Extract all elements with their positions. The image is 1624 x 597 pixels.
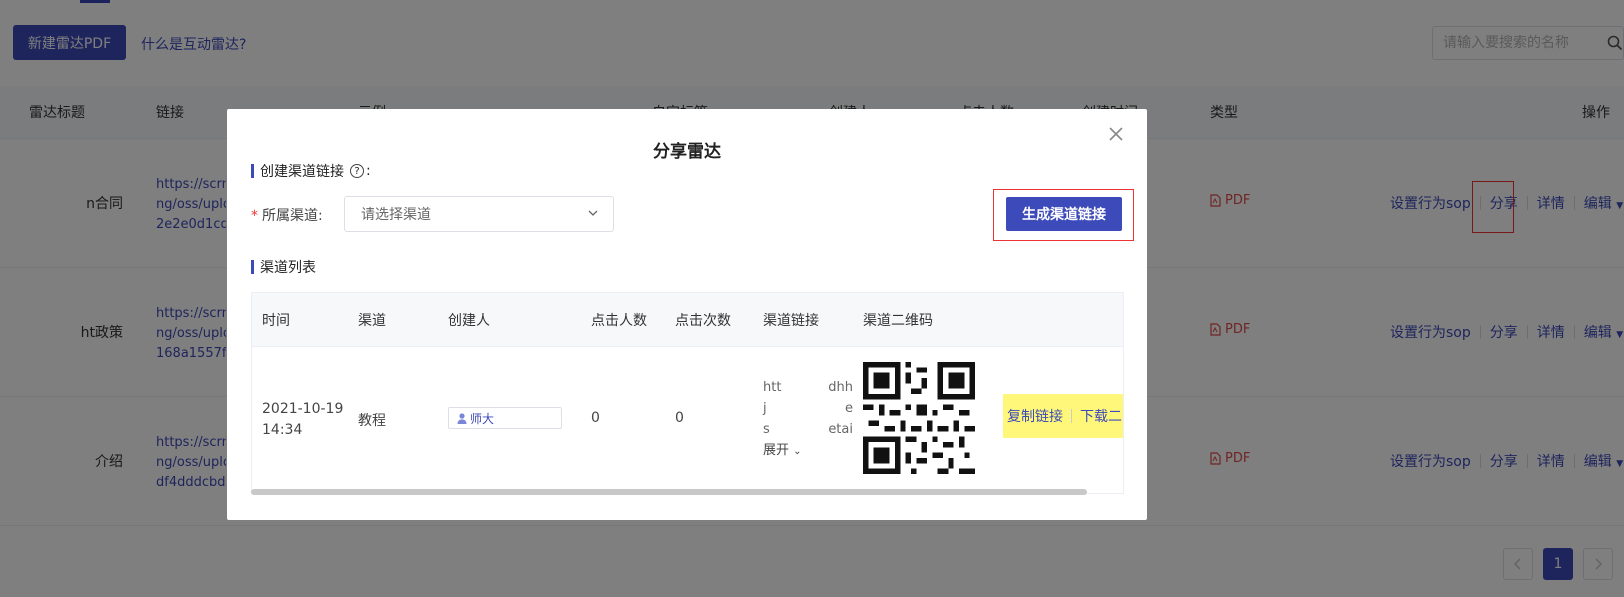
link-fragment: e [845, 401, 853, 416]
row-clicks-count: 0 [675, 410, 684, 426]
channel-list-section: 渠道列表 [251, 257, 316, 277]
section-bar [251, 164, 254, 178]
row-channel-link: htt dhh je s etai 展开 ⌄ [763, 377, 853, 462]
channel-table: 时间 渠道 创建人 点击人数 点击次数 渠道链接 渠道二维码 2021-10-1… [251, 292, 1124, 494]
section-bar [251, 260, 254, 274]
required-star: * [251, 208, 258, 224]
time-clock: 14:34 [262, 422, 303, 438]
col-clicks-people: 点击人数 [591, 313, 647, 329]
colon: : [366, 163, 371, 179]
col-channel-link: 渠道链接 [763, 313, 819, 329]
creator-name: 师大 [470, 411, 495, 426]
channel-field-label: * 所属渠道: [251, 205, 323, 225]
channel-qr-code [863, 362, 975, 474]
create-channel-section: 创建渠道链接 ?: [251, 161, 371, 181]
share-radar-dialog: 分享雷达 创建渠道链接 ?: * 所属渠道: 请选择渠道 生成渠道链接 渠道列表 … [227, 109, 1147, 520]
expand-label: 展开 [763, 443, 790, 458]
divider [1071, 409, 1072, 423]
copy-link-button[interactable]: 复制链接 [1007, 406, 1063, 426]
col-qr-code: 渠道二维码 [863, 313, 933, 329]
creator-tag: 师大 [448, 407, 562, 429]
section-title: 创建渠道链接 [260, 164, 344, 180]
section-title: 渠道列表 [260, 260, 316, 276]
link-fragment: dhh [828, 380, 853, 395]
channel-select[interactable]: 请选择渠道 [344, 196, 614, 232]
channel-table-header: 时间 渠道 创建人 点击人数 点击次数 渠道链接 渠道二维码 [252, 293, 1123, 347]
link-line: s etai [763, 419, 853, 440]
row-actions: 复制链接 下载二 [1003, 394, 1123, 438]
time-date: 2021-10-19 [262, 401, 344, 417]
channel-select-value: 请选择渠道 [361, 207, 431, 223]
chevron-down-icon: ⌄ [793, 446, 802, 457]
link-fragment: etai [828, 422, 853, 437]
channel-label: 所属渠道: [262, 208, 323, 224]
link-fragment: s [763, 422, 770, 437]
col-creator: 创建人 [448, 313, 490, 329]
close-icon[interactable] [1107, 125, 1125, 143]
help-icon[interactable]: ? [350, 164, 364, 178]
row-clicks-people: 0 [591, 410, 600, 426]
row-channel: 教程 [358, 413, 386, 429]
link-line: htt dhh [763, 377, 853, 398]
link-fragment: j [763, 401, 767, 416]
link-line: je [763, 398, 853, 419]
download-qr-button[interactable]: 下载二 [1080, 406, 1122, 426]
col-time: 时间 [262, 313, 290, 329]
col-clicks-count: 点击次数 [675, 313, 731, 329]
link-fragment: htt [763, 380, 782, 395]
row-time: 2021-10-19 14:34 [262, 399, 343, 441]
chevron-down-icon [588, 210, 598, 216]
col-channel: 渠道 [358, 313, 386, 329]
dialog-title: 分享雷达 [653, 142, 721, 162]
horizontal-scrollbar[interactable] [251, 489, 1087, 495]
generate-channel-link-button[interactable]: 生成渠道链接 [1006, 197, 1122, 231]
expand-toggle[interactable]: 展开 ⌄ [763, 440, 853, 462]
user-icon [457, 412, 467, 424]
